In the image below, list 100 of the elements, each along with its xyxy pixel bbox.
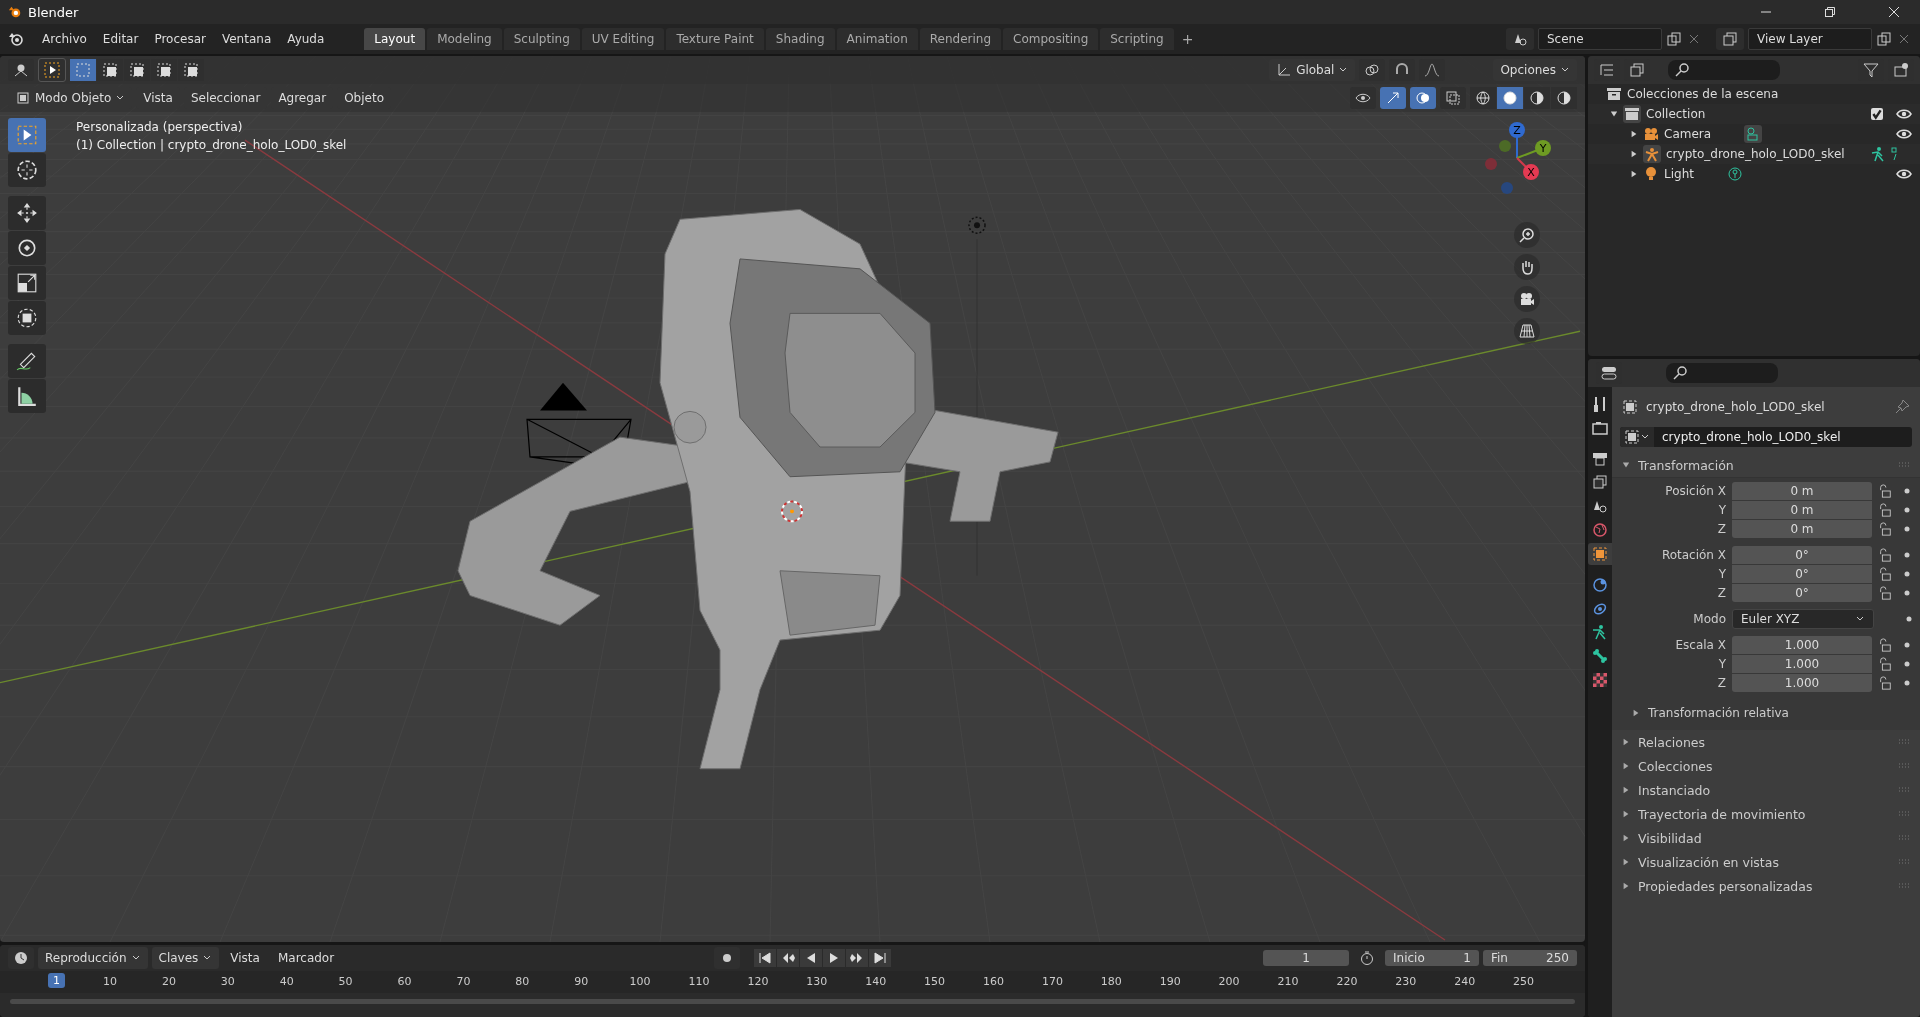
perspective-toggle-button[interactable] bbox=[1514, 318, 1540, 344]
panel-title[interactable]: Visibilidad bbox=[1638, 830, 1702, 846]
xray-toggle[interactable] bbox=[1440, 87, 1466, 109]
tool-button[interactable] bbox=[8, 153, 46, 187]
padlock-icon[interactable] bbox=[1878, 548, 1892, 562]
play-reverse-icon[interactable] bbox=[799, 949, 822, 967]
number-field[interactable]: 0 m bbox=[1732, 501, 1872, 519]
drag-handle-icon[interactable] bbox=[1898, 883, 1910, 889]
timeline-menu-item[interactable]: Claves bbox=[151, 947, 220, 969]
workspace-tab[interactable]: Animation bbox=[836, 28, 918, 50]
disclosure-triangle-icon[interactable] bbox=[1632, 709, 1640, 717]
current-frame-field[interactable]: 1 bbox=[1263, 950, 1349, 966]
tool-button[interactable] bbox=[8, 196, 46, 230]
overlay-toggle[interactable] bbox=[1410, 87, 1436, 109]
subpanel-title[interactable]: Transformación relativa bbox=[1648, 706, 1789, 720]
number-field[interactable]: 0° bbox=[1732, 565, 1872, 583]
menu-item[interactable]: Ventana bbox=[215, 29, 278, 49]
number-field[interactable]: 0 m bbox=[1732, 520, 1872, 538]
menu-item[interactable]: Procesar bbox=[148, 29, 212, 49]
start-frame-field[interactable]: Inicio 1 bbox=[1385, 950, 1479, 966]
menu-item[interactable]: Editar bbox=[96, 29, 145, 49]
outliner-item[interactable]: Colecciones de la escena bbox=[1627, 87, 1779, 101]
restore-icon[interactable] bbox=[1824, 6, 1836, 18]
workspace-tab[interactable]: Shading bbox=[765, 28, 835, 50]
number-field[interactable]: 1.000 bbox=[1732, 674, 1872, 692]
select-tool-button[interactable] bbox=[38, 58, 66, 82]
number-field[interactable]: 0° bbox=[1732, 584, 1872, 602]
disclosure-triangle-icon[interactable] bbox=[1610, 110, 1618, 118]
keyframe-dot-icon[interactable] bbox=[1904, 642, 1910, 648]
disclosure-triangle-icon[interactable] bbox=[1630, 150, 1638, 158]
drag-handle-icon[interactable] bbox=[1898, 462, 1910, 468]
workspace-tab[interactable]: Layout bbox=[364, 28, 426, 50]
pan-button[interactable] bbox=[1514, 254, 1540, 280]
keyframe-dot-icon[interactable] bbox=[1904, 507, 1910, 513]
padlock-icon[interactable] bbox=[1878, 567, 1892, 581]
padlock-icon[interactable] bbox=[1878, 503, 1892, 517]
number-field[interactable]: 1.000 bbox=[1732, 636, 1872, 654]
timeline-scrollbar[interactable] bbox=[10, 999, 1575, 1004]
panel-title[interactable]: Relaciones bbox=[1638, 734, 1706, 750]
keyframe-dot-icon[interactable] bbox=[1904, 526, 1910, 532]
object-type-dropdown[interactable] bbox=[1620, 427, 1654, 447]
panel-title[interactable]: Propiedades personalizadas bbox=[1638, 878, 1813, 894]
keyframe-dot-icon[interactable] bbox=[1904, 552, 1910, 558]
properties-tab[interactable] bbox=[1588, 543, 1612, 565]
next-keyframe-icon[interactable] bbox=[845, 949, 868, 967]
padlock-icon[interactable] bbox=[1878, 676, 1892, 690]
stopwatch-icon[interactable] bbox=[1359, 950, 1375, 966]
jump-start-icon[interactable] bbox=[753, 949, 776, 967]
padlock-icon[interactable] bbox=[1878, 522, 1892, 536]
panel-title[interactable]: Colecciones bbox=[1638, 758, 1713, 774]
number-field[interactable]: 1.000 bbox=[1732, 655, 1872, 673]
padlock-icon[interactable] bbox=[1878, 657, 1892, 671]
padlock-icon[interactable] bbox=[1878, 484, 1892, 498]
visibility-dropdown[interactable] bbox=[1350, 87, 1376, 109]
record-button[interactable] bbox=[713, 947, 740, 969]
search-field[interactable] bbox=[1666, 363, 1778, 383]
jump-end-icon[interactable] bbox=[868, 949, 891, 967]
number-field[interactable]: 0° bbox=[1732, 546, 1872, 564]
disclosure-triangle-icon[interactable] bbox=[1622, 834, 1630, 842]
tool-button[interactable] bbox=[8, 379, 46, 413]
workspace-tab[interactable]: Rendering bbox=[919, 28, 1002, 50]
editor-type-button[interactable] bbox=[8, 947, 34, 969]
view-layer-field[interactable]: View Layer bbox=[1748, 28, 1872, 50]
drag-handle-icon[interactable] bbox=[1898, 763, 1910, 769]
search-field[interactable] bbox=[1668, 60, 1780, 80]
number-field[interactable]: 0 m bbox=[1732, 482, 1872, 500]
end-frame-field[interactable]: Fin 250 bbox=[1483, 950, 1577, 966]
menu-item[interactable]: Ayuda bbox=[281, 29, 331, 49]
pin-icon[interactable] bbox=[1894, 399, 1910, 415]
tool-button[interactable] bbox=[8, 118, 46, 152]
keyframe-dot-icon[interactable] bbox=[1906, 616, 1912, 622]
panel-title[interactable]: Visualización en vistas bbox=[1638, 854, 1779, 870]
drag-handle-icon[interactable] bbox=[1898, 835, 1910, 841]
add-workspace-button[interactable]: + bbox=[1175, 29, 1200, 49]
blender-menu-icon[interactable] bbox=[8, 31, 24, 47]
zoom-button[interactable] bbox=[1514, 222, 1540, 248]
close-icon[interactable] bbox=[1888, 6, 1900, 18]
workspace-tab[interactable]: Scripting bbox=[1100, 28, 1174, 50]
workspace-tab[interactable]: Sculpting bbox=[503, 28, 580, 50]
timeline-menu-item[interactable]: Reproducción bbox=[38, 947, 148, 969]
disclosure-triangle-icon[interactable] bbox=[1622, 461, 1630, 469]
keyframe-dot-icon[interactable] bbox=[1904, 571, 1910, 577]
exclude-checkbox[interactable] bbox=[1871, 108, 1883, 120]
copy-icon[interactable] bbox=[1666, 31, 1682, 47]
menu-item[interactable]: Archivo bbox=[36, 29, 93, 49]
shading-mode-button[interactable] bbox=[1497, 87, 1523, 109]
keyframe-dot-icon[interactable] bbox=[1904, 488, 1910, 494]
drag-handle-icon[interactable] bbox=[1898, 739, 1910, 745]
copy-icon[interactable] bbox=[1876, 31, 1892, 47]
rotation-mode-dropdown[interactable]: Euler XYZ bbox=[1732, 609, 1874, 629]
keyframe-dot-icon[interactable] bbox=[1904, 590, 1910, 596]
shading-mode-button[interactable] bbox=[1470, 87, 1496, 109]
camera-view-button[interactable] bbox=[1514, 286, 1540, 312]
disclosure-triangle-icon[interactable] bbox=[1622, 786, 1630, 794]
padlock-icon[interactable] bbox=[1878, 638, 1892, 652]
shading-mode-button[interactable] bbox=[1524, 87, 1550, 109]
play-icon[interactable] bbox=[822, 949, 845, 967]
disclosure-triangle-icon[interactable] bbox=[1622, 882, 1630, 890]
timeline-menu-item[interactable]: Vista bbox=[223, 947, 267, 969]
tool-button[interactable] bbox=[8, 266, 46, 300]
